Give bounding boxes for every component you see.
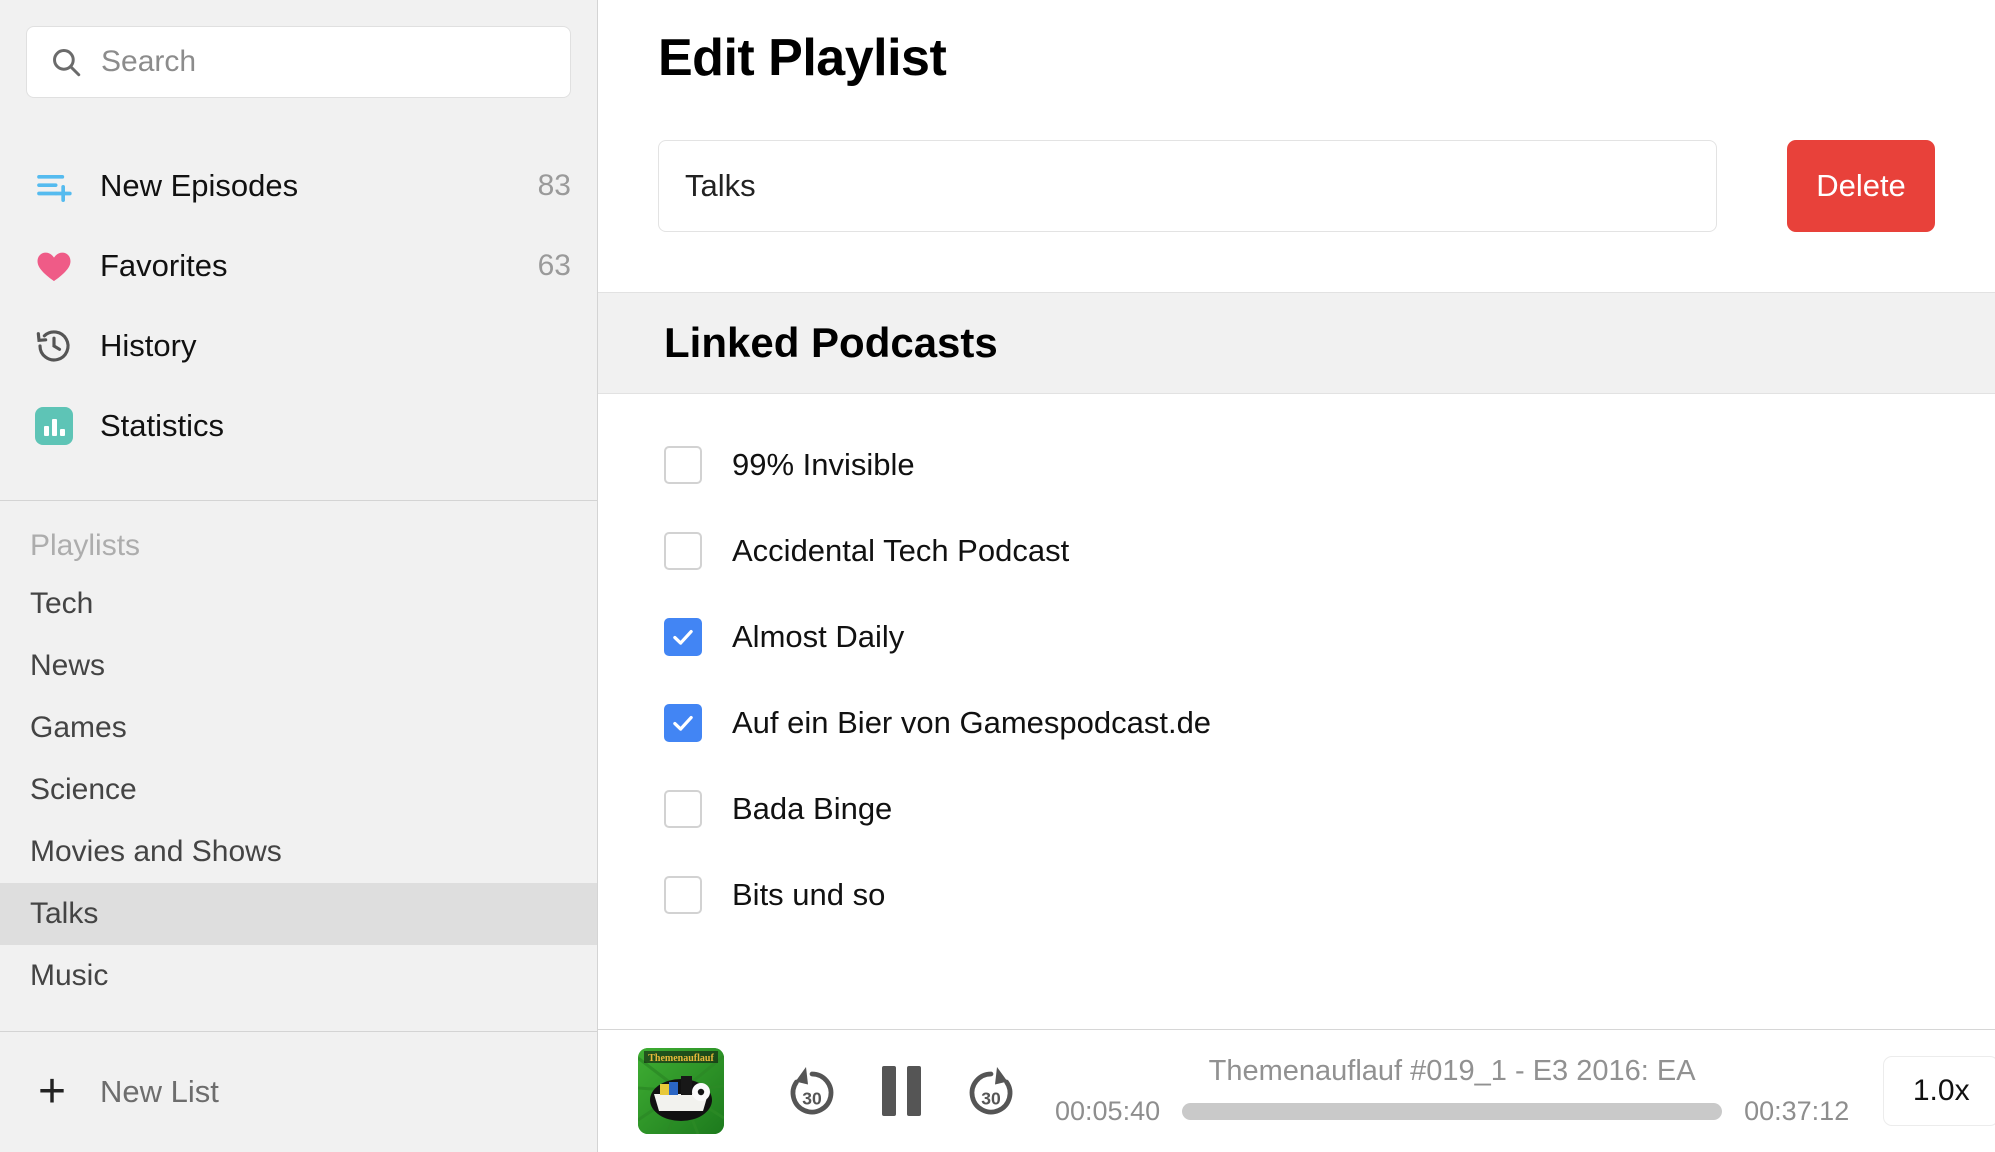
podcast-row[interactable]: Bada Binge (598, 766, 1995, 852)
sidebar-item-history[interactable]: History (0, 306, 597, 386)
duration-time: 00:37:12 (1744, 1096, 1850, 1126)
sidebar-item-statistics[interactable]: Statistics (0, 386, 597, 466)
sidebar-item-label: Favorites (100, 248, 228, 283)
podcast-row[interactable]: 99% Invisible (598, 422, 1995, 508)
bar-chart-icon (34, 406, 74, 446)
player-controls: 30 30 (782, 1061, 1021, 1121)
search-icon (49, 45, 83, 79)
podcast-row[interactable]: Almost Daily (598, 594, 1995, 680)
playlist-item-science[interactable]: Science (0, 759, 597, 821)
sidebar-item-favorites[interactable]: Favorites 63 (0, 226, 597, 306)
sidebar-item-label: New Episodes (100, 168, 299, 203)
section-title: Linked Podcasts (664, 319, 998, 366)
new-episodes-count: 83 (537, 169, 571, 202)
playlist-item-talks[interactable]: Talks (0, 883, 597, 945)
playlists-list: Tech News Games Science Movies and Shows… (0, 573, 597, 1007)
heart-icon (34, 246, 74, 286)
checkmark-icon (673, 629, 693, 645)
sidebar-item-label: History (100, 328, 197, 363)
elapsed-time: 00:05:40 (1055, 1096, 1161, 1126)
svg-text:30: 30 (802, 1088, 822, 1108)
app-root: New Episodes 83 Favorites 63 (0, 0, 1995, 1152)
playlist-edit-row: Delete (658, 140, 1935, 232)
playback-speed-button[interactable]: 1.0x (1883, 1056, 1995, 1126)
rewind-30-button[interactable]: 30 (782, 1061, 842, 1121)
new-list-button[interactable]: + New List (0, 1032, 597, 1152)
podcast-name: Auf ein Bier von Gamespodcast.de (732, 705, 1212, 740)
svg-text:Themenauflauf: Themenauflauf (648, 1053, 714, 1064)
sidebar-item-label: Statistics (100, 408, 225, 443)
playlists-section-header: Playlists (30, 529, 141, 562)
episode-artwork[interactable]: Themenauflauf (638, 1048, 724, 1134)
new-list-label: New List (100, 1074, 219, 1109)
progress-row: 00:05:40 00:37:12 (1055, 1096, 1849, 1127)
search-container (0, 0, 597, 98)
playlist-item-tech[interactable]: Tech (0, 573, 597, 635)
podcast-name: 99% Invisible (732, 447, 915, 482)
sidebar-item-new-episodes[interactable]: New Episodes 83 (0, 146, 597, 226)
svg-text:30: 30 (981, 1088, 1001, 1108)
podcast-row[interactable]: Accidental Tech Podcast (598, 508, 1995, 594)
podcast-name: Almost Daily (732, 619, 905, 654)
forward-30-button[interactable]: 30 (961, 1061, 1021, 1121)
podcast-checkbox[interactable] (664, 876, 702, 914)
podcast-checkbox[interactable] (664, 704, 702, 742)
track-title: Themenauflauf #019_1 - E3 2016: EA (1208, 1055, 1696, 1087)
sidebar-nav: New Episodes 83 Favorites 63 History Sta… (0, 98, 597, 466)
podcast-checkbox[interactable] (664, 618, 702, 656)
linked-podcasts-header: Linked Podcasts (598, 292, 1995, 394)
podcast-row[interactable]: Bits und so (598, 852, 1995, 938)
plus-icon: + (37, 1065, 67, 1118)
playlist-name-input[interactable] (658, 140, 1717, 232)
podcast-checkbox[interactable] (664, 790, 702, 828)
podcast-checkbox[interactable] (664, 532, 702, 570)
artwork-image: Themenauflauf (638, 1048, 724, 1134)
edit-playlist-panel: Edit Playlist Delete (598, 0, 1995, 232)
podcast-row[interactable]: Auf ein Bier von Gamespodcast.de (598, 680, 1995, 766)
pause-button[interactable] (882, 1066, 921, 1116)
playlist-item-news[interactable]: News (0, 635, 597, 697)
sidebar-footer: + New List (0, 1031, 597, 1152)
player-bar: Themenauflauf 30 30 Themenauflauf #019_1… (598, 1029, 1995, 1152)
page-title: Edit Playlist (658, 29, 947, 87)
playlist-item-music[interactable]: Music (0, 945, 597, 1007)
progress-bar[interactable] (1182, 1103, 1723, 1120)
playlist-item-games[interactable]: Games (0, 697, 597, 759)
checkmark-icon (673, 715, 693, 731)
search-input[interactable] (101, 45, 548, 79)
podcast-name: Bits und so (732, 877, 886, 912)
podcast-checkbox[interactable] (664, 446, 702, 484)
search-box[interactable] (26, 26, 571, 98)
pause-icon (882, 1066, 921, 1116)
podcast-name: Accidental Tech Podcast (732, 533, 1070, 568)
playlist-add-icon (34, 166, 74, 206)
main-content: Edit Playlist Delete Linked Podcasts 99%… (598, 0, 1995, 1152)
delete-button[interactable]: Delete (1787, 140, 1935, 232)
podcast-name: Bada Binge (732, 791, 893, 826)
favorites-count: 63 (537, 249, 571, 282)
track-info: Themenauflauf #019_1 - E3 2016: EA 00:05… (1055, 1055, 1849, 1127)
history-clock-icon (34, 326, 74, 366)
sidebar: New Episodes 83 Favorites 63 (0, 0, 598, 1152)
playlist-item-movies-and-shows[interactable]: Movies and Shows (0, 821, 597, 883)
